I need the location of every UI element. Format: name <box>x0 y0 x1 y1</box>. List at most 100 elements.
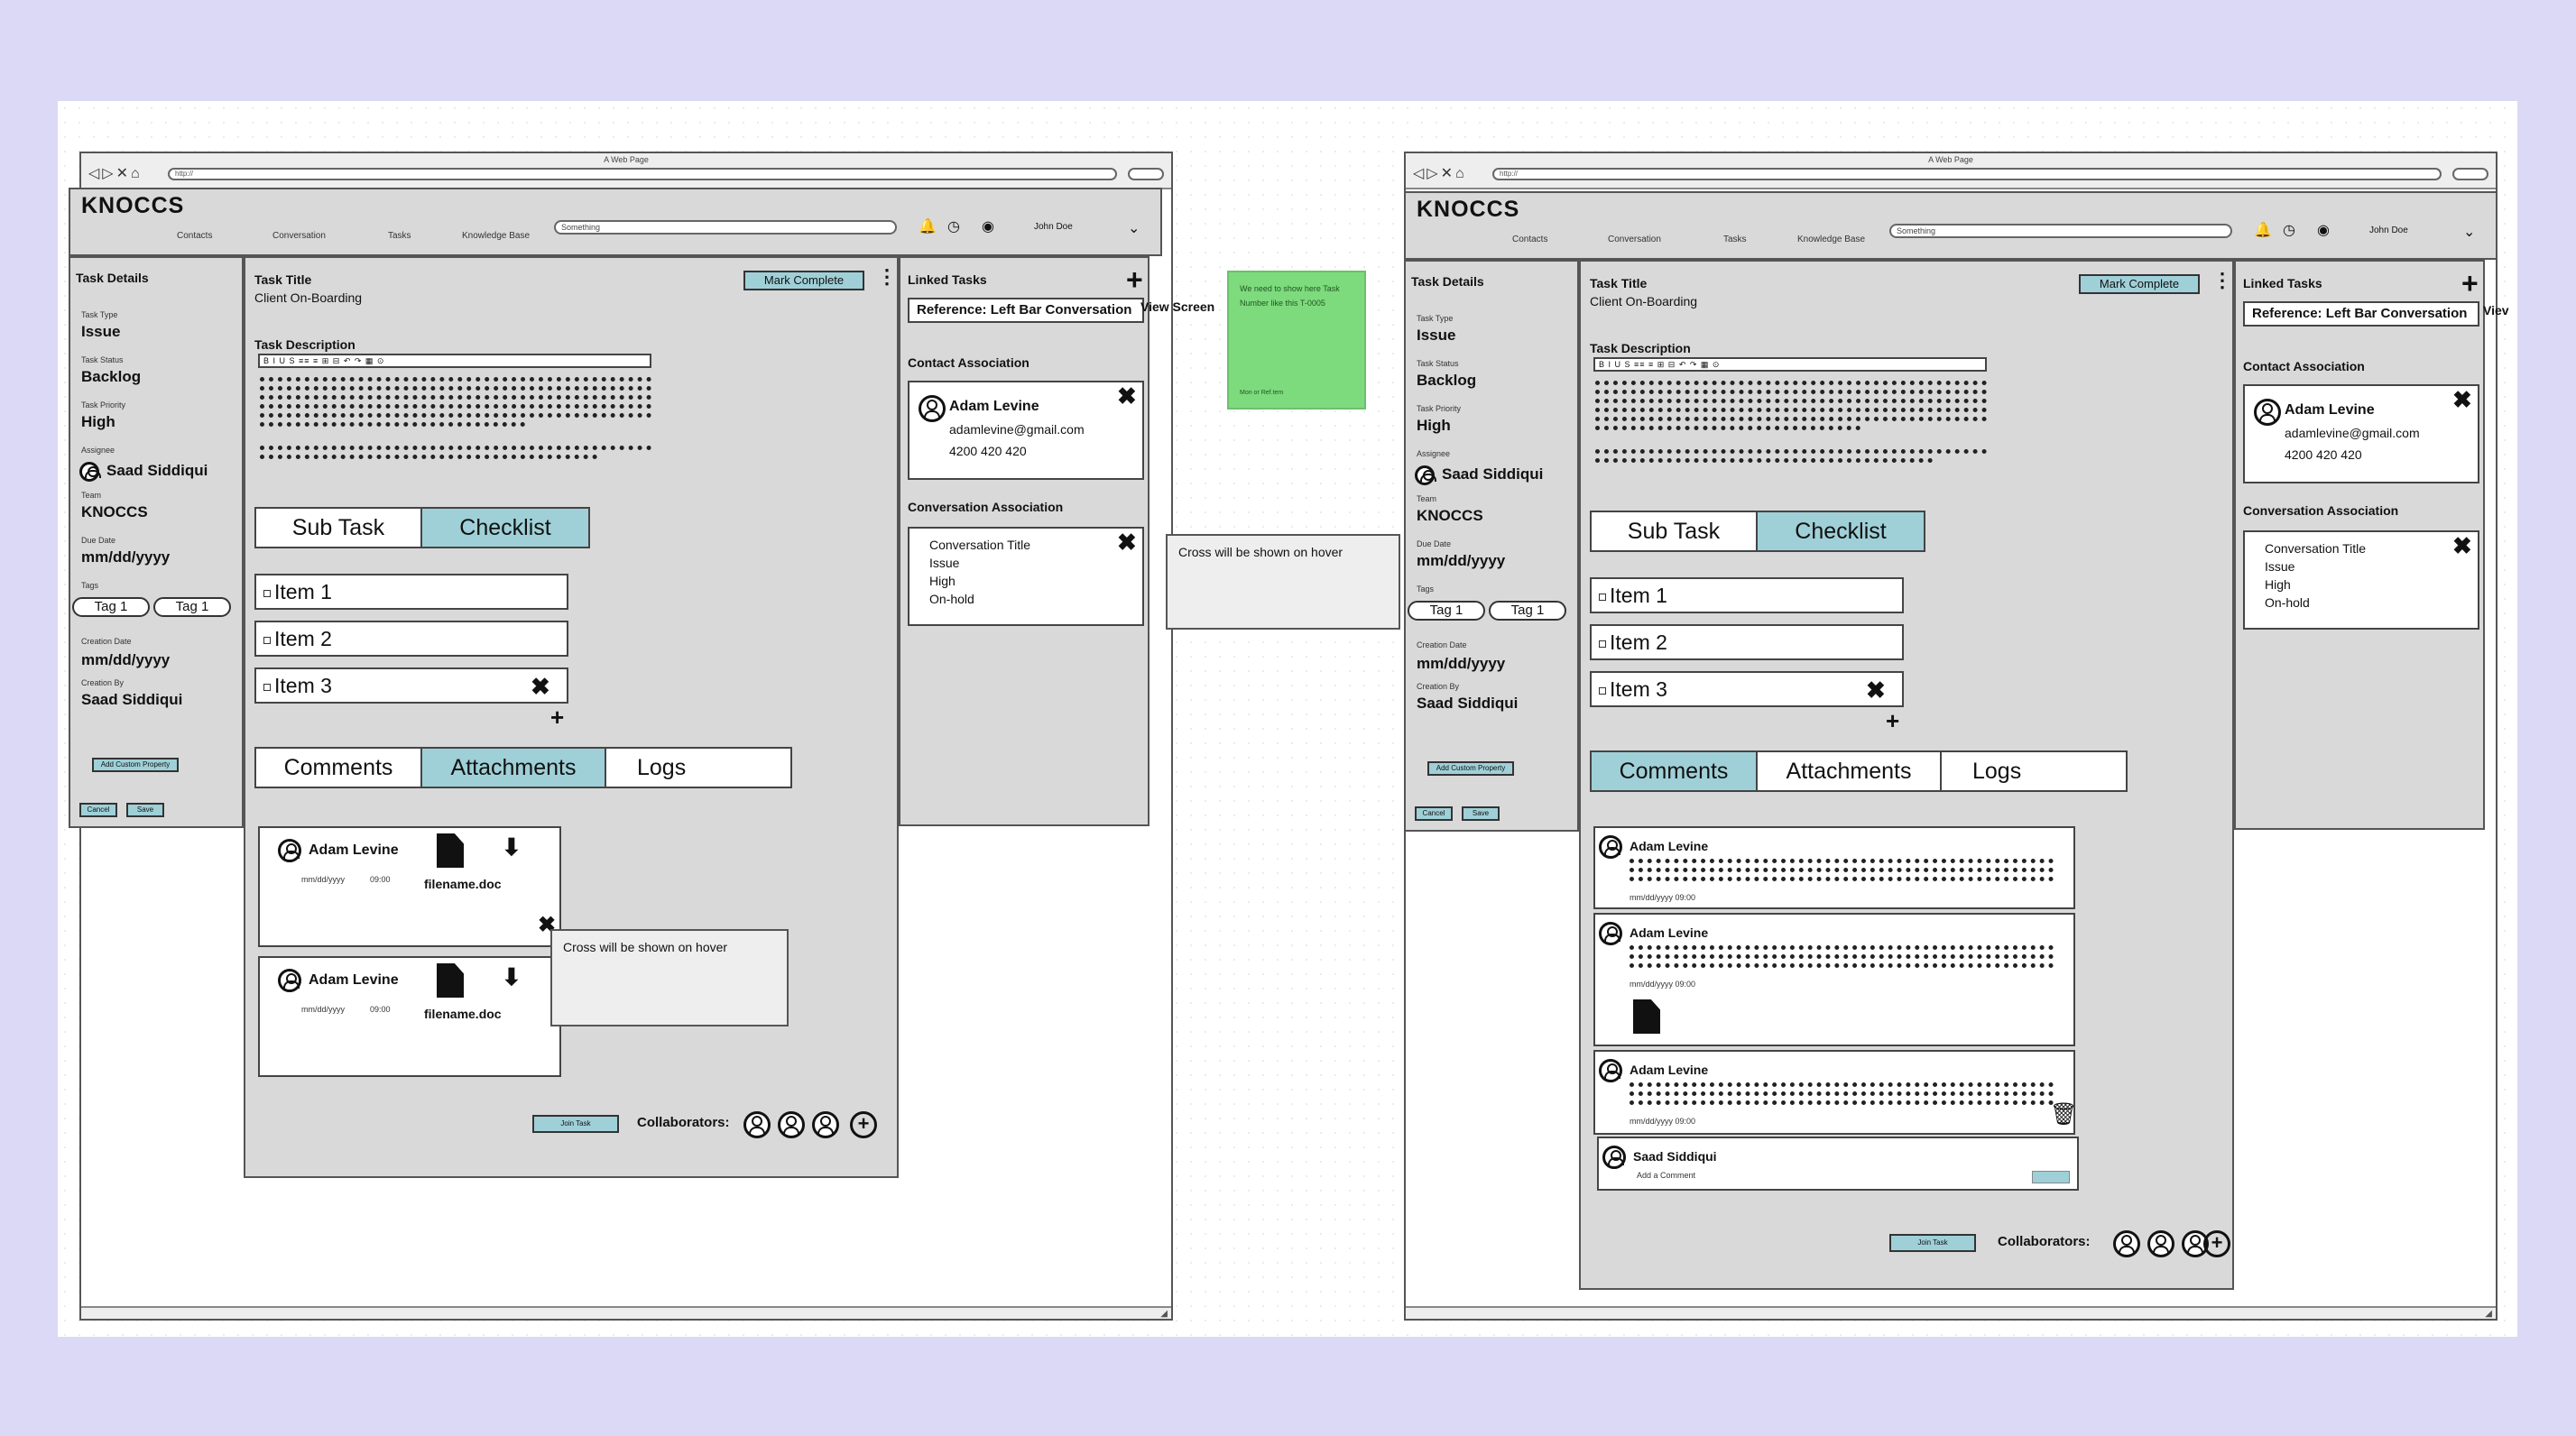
chevron-down-icon[interactable]: ⌄ <box>1128 222 1140 236</box>
assignee-value[interactable]: Saad Siddiqui <box>1442 465 1543 483</box>
tab-sub-task[interactable]: Sub Task <box>1590 511 1758 552</box>
add-linked-task-icon[interactable]: + <box>1126 265 1143 294</box>
browser-menu-pill[interactable] <box>1128 168 1164 180</box>
tab-sub-task[interactable]: Sub Task <box>254 507 422 548</box>
team-value[interactable]: KNOCCS <box>81 503 148 521</box>
task-title-value[interactable]: Client On-Boarding <box>254 290 362 305</box>
checklist-item[interactable]: Item 1 <box>1590 577 1904 613</box>
tab-attachments[interactable]: Attachments <box>420 747 606 788</box>
checklist-item[interactable]: Item 3 <box>1590 671 1904 707</box>
description-text[interactable] <box>260 373 651 473</box>
collaborator-avatar[interactable] <box>2113 1230 2140 1257</box>
tag-chip[interactable]: Tag 1 <box>72 597 150 617</box>
attachment-card[interactable]: Adam Levine mm/dd/yyyy 09:00 ⬇ filename.… <box>258 956 561 1077</box>
nav-tasks[interactable]: Tasks <box>388 231 411 241</box>
download-icon[interactable]: ⬇ <box>502 835 522 859</box>
save-button[interactable]: Save <box>1462 806 1500 821</box>
task-type-value[interactable]: Issue <box>81 323 120 341</box>
search-input[interactable]: Something <box>554 220 897 235</box>
remove-contact-icon[interactable]: ✖ <box>2452 388 2472 411</box>
new-comment-card[interactable]: Saad Siddiqui Add a Comment <box>1597 1137 2079 1191</box>
nav-knowledge-base[interactable]: Knowledge Base <box>1797 235 1865 244</box>
tab-checklist[interactable]: Checklist <box>1756 511 1925 552</box>
clock-icon[interactable]: ◷ <box>2283 224 2295 238</box>
save-button[interactable]: Save <box>126 803 164 817</box>
attachment-filename[interactable]: filename.doc <box>424 1007 502 1021</box>
bell-icon[interactable]: 🔔 <box>919 220 937 235</box>
cancel-button[interactable]: Cancel <box>1415 806 1453 821</box>
assignee-value[interactable]: Saad Siddiqui <box>106 462 208 480</box>
tag-chip[interactable]: Tag 1 <box>153 597 231 617</box>
file-icon[interactable] <box>437 833 464 868</box>
resize-grip-icon[interactable]: ◢ <box>1160 1309 1168 1319</box>
comment-input[interactable]: Add a Comment <box>1637 1171 1695 1180</box>
checklist-item[interactable]: Item 3 <box>254 667 568 704</box>
checklist-item[interactable]: Item 2 <box>254 621 568 657</box>
more-options-icon[interactable]: ⋮ <box>2212 271 2232 290</box>
due-date-value[interactable]: mm/dd/yyyy <box>1417 552 1505 570</box>
conversation-card[interactable]: Conversation Title Issue High On-hold ✖ <box>2243 530 2479 630</box>
resize-grip-icon[interactable]: ◢ <box>2485 1309 2492 1319</box>
description-text[interactable] <box>1595 377 1987 476</box>
linked-task-reference[interactable]: Reference: Left Bar Conversation <box>908 298 1144 323</box>
nav-contacts[interactable]: Contacts <box>1512 235 1547 244</box>
collaborator-avatar[interactable] <box>2147 1230 2174 1257</box>
url-bar[interactable]: http:// <box>1492 168 2442 180</box>
add-collaborator-button[interactable]: + <box>2203 1230 2230 1257</box>
task-type-value[interactable]: Issue <box>1417 327 1455 345</box>
add-item-icon[interactable]: + <box>1886 709 1899 732</box>
browser-nav-icons[interactable]: ◁▷✕⌂ <box>1413 164 1467 182</box>
browser-nav-icons[interactable]: ◁▷✕⌂ <box>88 164 143 182</box>
clock-icon[interactable]: ◷ <box>947 220 960 235</box>
collaborator-avatar[interactable] <box>743 1111 771 1138</box>
user-name[interactable]: John Doe <box>1034 222 1073 232</box>
tag-chip[interactable]: Tag 1 <box>1408 601 1485 621</box>
tab-comments[interactable]: Comments <box>1590 750 1758 792</box>
description-toolbar[interactable]: B I U S ≡≡ ≡ ⊞ ⊟ ↶ ↷ ▦ ⊙ <box>258 354 651 368</box>
user-icon[interactable]: ◉ <box>2317 224 2330 238</box>
task-priority-value[interactable]: High <box>1417 417 1451 435</box>
comment-card[interactable]: Adam Levine mm/dd/yyyy 09:00 🗑 <box>1593 1050 2077 1135</box>
file-icon[interactable] <box>437 963 464 998</box>
task-title-value[interactable]: Client On-Boarding <box>1590 294 1697 308</box>
join-task-button[interactable]: Join Task <box>532 1115 619 1133</box>
add-custom-property-button[interactable]: Add Custom Property <box>92 758 179 772</box>
contact-card[interactable]: Adam Levine adamlevine@gmail.com 4200 42… <box>908 381 1144 480</box>
task-status-value[interactable]: Backlog <box>81 368 141 386</box>
remove-conversation-icon[interactable]: ✖ <box>1117 530 1137 554</box>
add-collaborator-button[interactable]: + <box>850 1111 877 1138</box>
nav-conversation[interactable]: Conversation <box>272 231 326 241</box>
comment-card[interactable]: Adam Levine mm/dd/yyyy 09:00 <box>1593 913 2075 1046</box>
linked-task-reference[interactable]: Reference: Left Bar Conversation <box>2243 301 2479 327</box>
remove-contact-icon[interactable]: ✖ <box>1117 384 1137 408</box>
collaborator-avatar[interactable] <box>778 1111 805 1138</box>
team-value[interactable]: KNOCCS <box>1417 507 1483 525</box>
mark-complete-button[interactable]: Mark Complete <box>2079 274 2200 294</box>
join-task-button[interactable]: Join Task <box>1889 1234 1976 1252</box>
attachment-card[interactable]: Adam Levine mm/dd/yyyy 09:00 ⬇ filename.… <box>258 826 561 947</box>
comment-card[interactable]: Adam Levine mm/dd/yyyy 09:00 <box>1593 826 2075 909</box>
add-linked-task-icon[interactable]: + <box>2461 269 2479 298</box>
chevron-down-icon[interactable]: ⌄ <box>2463 226 2475 240</box>
tab-logs[interactable]: Logs <box>605 747 792 788</box>
contact-card[interactable]: Adam Levine adamlevine@gmail.com 4200 42… <box>2243 384 2479 483</box>
download-icon[interactable]: ⬇ <box>502 965 522 989</box>
mark-complete-button[interactable]: Mark Complete <box>743 271 864 290</box>
remove-conversation-icon[interactable]: ✖ <box>2452 534 2472 557</box>
user-icon[interactable]: ◉ <box>982 220 994 235</box>
nav-conversation[interactable]: Conversation <box>1608 235 1661 244</box>
add-custom-property-button[interactable]: Add Custom Property <box>1427 761 1514 776</box>
tab-comments[interactable]: Comments <box>254 747 422 788</box>
nav-contacts[interactable]: Contacts <box>177 231 212 241</box>
url-bar[interactable]: http:// <box>168 168 1117 180</box>
browser-menu-pill[interactable] <box>2452 168 2488 180</box>
due-date-value[interactable]: mm/dd/yyyy <box>81 548 170 566</box>
description-toolbar[interactable]: B I U S ≡≡ ≡ ⊞ ⊟ ↶ ↷ ▦ ⊙ <box>1593 357 1987 372</box>
tab-logs[interactable]: Logs <box>1940 750 2128 792</box>
file-icon[interactable] <box>1633 999 1660 1034</box>
cancel-button[interactable]: Cancel <box>79 803 117 817</box>
nav-knowledge-base[interactable]: Knowledge Base <box>462 231 530 241</box>
search-input[interactable]: Something <box>1889 224 2232 238</box>
collaborator-avatar[interactable] <box>812 1111 839 1138</box>
bell-icon[interactable]: 🔔 <box>2254 224 2272 238</box>
